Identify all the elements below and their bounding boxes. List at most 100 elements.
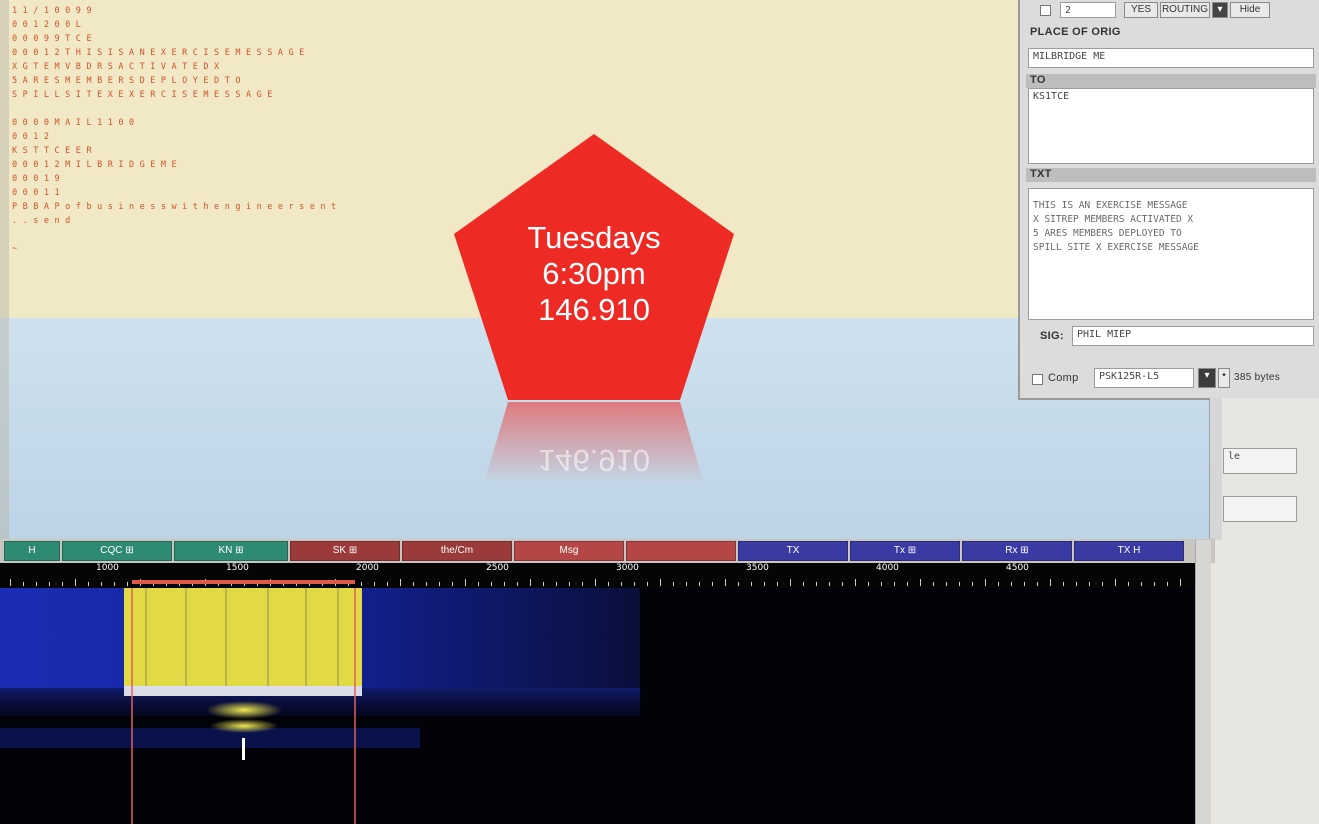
ruler-tick <box>946 582 947 586</box>
ruler-label: 2000 <box>356 563 379 573</box>
comp-checkbox[interactable] <box>1032 374 1043 385</box>
macro-button[interactable]: CQC ⊞ <box>62 541 172 561</box>
ruler-tick <box>1102 582 1103 586</box>
txt-field[interactable]: THIS IS AN EXERCISE MESSAGE X SITREP MEM… <box>1028 188 1314 320</box>
ruler-tick <box>452 582 453 586</box>
ruler-tick <box>894 582 895 586</box>
routing-button[interactable]: ROUTING <box>1160 2 1210 18</box>
macro-button[interactable]: the/Cm <box>402 541 512 561</box>
rx-text-line: 1 1 / 1 0 0 9 9 <box>12 6 92 16</box>
event-frequency-reflection: 146.910 <box>537 443 651 478</box>
ruler-tick <box>699 582 700 586</box>
rx-text-line: 0 0 0 1 2 T H I S I S A N E X E R C I S … <box>12 48 305 58</box>
top-field[interactable]: 2 <box>1060 2 1116 18</box>
to-field[interactable]: KS1TCE <box>1028 88 1314 164</box>
transmit-scrollbar[interactable] <box>1209 398 1222 540</box>
place-of-orig-label: PLACE OF ORIG <box>1030 26 1121 38</box>
ruler-tick <box>88 582 89 586</box>
rx-text-line: . . s e n d <box>12 216 71 226</box>
ruler-tick <box>1063 582 1064 586</box>
rx-text-line: 5 A R E S M E M B E R S D E P L O Y E D … <box>12 76 241 86</box>
ruler-tick <box>543 582 544 586</box>
ruler-label: 3500 <box>746 563 769 573</box>
ruler-tick <box>764 582 765 586</box>
txt-label: TXT <box>1030 168 1052 180</box>
rx-text-line: 0 0 0 9 9 T C E <box>12 34 92 44</box>
ruler-tick <box>725 579 726 586</box>
macro-button[interactable] <box>626 541 736 561</box>
rx-text-line: 0 0 0 0 M A I L 1 1 0 0 <box>12 118 135 128</box>
ruler-label: 3000 <box>616 563 639 573</box>
macro-button[interactable]: Rx ⊞ <box>962 541 1072 561</box>
ruler-tick <box>114 582 115 586</box>
ruler-tick <box>790 579 791 586</box>
event-text: Tuesdays 6:30pm 146.910 <box>454 220 734 328</box>
txt-line: SPILL SITE X EXERCISE MESSAGE <box>1033 242 1199 253</box>
ruler-tick <box>62 582 63 586</box>
signal-trace <box>124 588 362 686</box>
ruler-label: 4500 <box>1006 563 1029 573</box>
ruler-label: 2500 <box>486 563 509 573</box>
rx-text-line: 0 0 0 1 9 <box>12 174 60 184</box>
event-time: 6:30pm <box>542 256 646 291</box>
ruler-tick <box>1180 579 1181 586</box>
ruler-label: 4000 <box>876 563 899 573</box>
waterfall-scrollbar[interactable] <box>1195 540 1211 824</box>
bandwidth-indicator <box>132 580 355 584</box>
macro-button[interactable]: TX <box>738 541 848 561</box>
macro-button[interactable]: SK ⊞ <box>290 541 400 561</box>
mode-select[interactable]: PSK125R-L5 <box>1094 368 1194 388</box>
rx-text-line: 0 0 1 2 0 0 L <box>12 20 82 30</box>
frequency-ruler[interactable]: 1000 1500 2000 2500 3000 3500 4000 4500 <box>0 563 1195 588</box>
top-checkbox[interactable] <box>1040 5 1051 16</box>
hide-button[interactable]: Hide <box>1230 2 1270 18</box>
ruler-tick <box>465 579 466 586</box>
event-frequency: 146.910 <box>537 292 651 327</box>
size-text: 385 bytes <box>1234 372 1281 383</box>
place-of-orig-field[interactable]: MILBRIDGE ME <box>1028 48 1314 68</box>
ruler-tick <box>1167 582 1168 586</box>
ruler-tick <box>634 582 635 586</box>
rx-text-line: X G T E M V B D R S A C T I V A T E D X <box>12 62 220 72</box>
sig-label: SIG: <box>1040 330 1064 342</box>
macro-button[interactable]: H <box>4 541 60 561</box>
ruler-tick <box>1089 582 1090 586</box>
event-day: Tuesdays <box>527 220 661 255</box>
chevron-down-icon[interactable]: ▾ <box>1198 368 1216 388</box>
side-select-2[interactable] <box>1223 496 1297 522</box>
ruler-tick <box>673 582 674 586</box>
waterfall-display[interactable] <box>0 588 1195 824</box>
ruler-tick <box>36 582 37 586</box>
sig-field[interactable]: PHIL MIEP <box>1072 326 1314 346</box>
macro-button[interactable]: KN ⊞ <box>174 541 288 561</box>
txt-line: THIS IS AN EXERCISE MESSAGE <box>1033 200 1188 211</box>
ruler-tick <box>751 582 752 586</box>
side-select-1[interactable]: le <box>1223 448 1297 474</box>
ruler-tick <box>1024 582 1025 586</box>
ruler-tick <box>933 582 934 586</box>
size-toggle-button[interactable]: • <box>1218 368 1230 388</box>
macro-button[interactable]: TX H <box>1074 541 1184 561</box>
rx-text-line: K S T T C E E R <box>12 146 92 156</box>
waterfall-graphic <box>0 588 640 824</box>
ruler-tick <box>582 582 583 586</box>
ruler-tick <box>608 582 609 586</box>
message-form: 2 YES ROUTING ▾ Hide PLACE OF ORIG MILBR… <box>1018 0 1319 400</box>
ruler-tick <box>413 582 414 586</box>
yes-button[interactable]: YES <box>1124 2 1158 18</box>
macro-button[interactable]: Msg <box>514 541 624 561</box>
ruler-tick <box>777 582 778 586</box>
ruler-tick <box>738 582 739 586</box>
ruler-tick <box>998 582 999 586</box>
macro-button[interactable]: Tx ⊞ <box>850 541 960 561</box>
ruler-tick <box>647 582 648 586</box>
ruler-tick <box>972 582 973 586</box>
rx-text-line: ~ <box>12 244 18 254</box>
ruler-tick <box>1037 582 1038 586</box>
routing-dropdown-button[interactable]: ▾ <box>1212 2 1228 18</box>
ruler-tick <box>985 579 986 586</box>
ruler-tick <box>517 582 518 586</box>
rx-text-line: 0 0 1 2 <box>12 132 50 142</box>
ruler-tick <box>1050 579 1051 586</box>
ruler-tick <box>127 582 128 586</box>
